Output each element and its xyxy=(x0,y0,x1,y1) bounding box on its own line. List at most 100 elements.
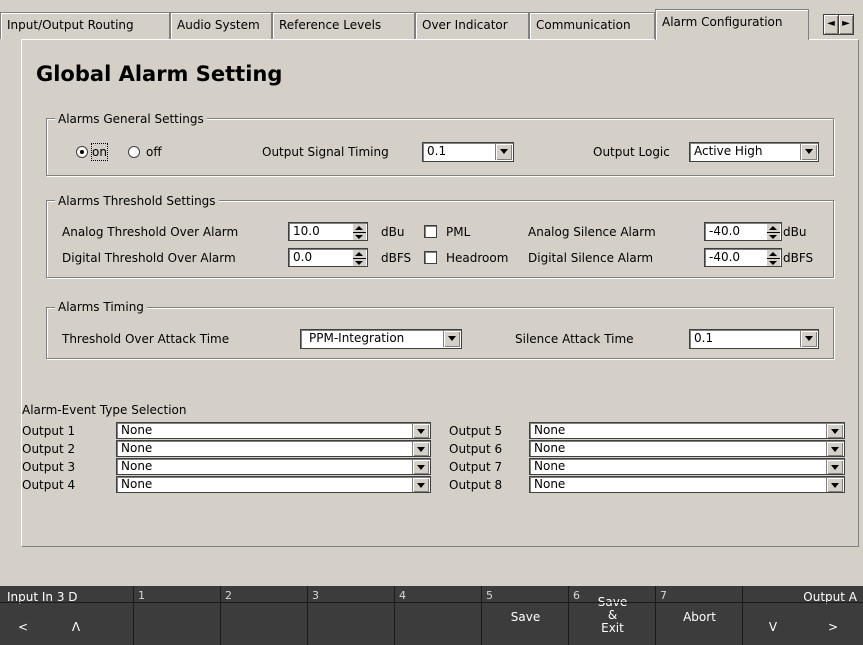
abort-label: Abort xyxy=(683,610,716,624)
analog-silence-unit: dBu xyxy=(783,225,807,239)
attack-time-label: Threshold Over Attack Time xyxy=(62,332,230,346)
analog-over-spinner[interactable]: 10.0 xyxy=(288,222,368,241)
digital-silence-unit: dBFS xyxy=(783,251,814,265)
tab-label: Communication xyxy=(536,18,631,32)
tab-reference-levels[interactable]: Reference Levels xyxy=(272,12,415,39)
digital-silence-value: -40.0 xyxy=(709,250,741,264)
output-2-select[interactable]: None xyxy=(116,440,431,457)
down-arrow-button[interactable]: V xyxy=(743,620,803,634)
tab-input-output-routing[interactable]: Input/Output Routing xyxy=(0,12,170,39)
signal-timing-select[interactable]: 0.1 xyxy=(422,142,514,162)
headroom-label: Headroom xyxy=(446,251,509,265)
tab-communication[interactable]: Communication xyxy=(529,12,655,39)
softkey-3[interactable]: 3 xyxy=(308,586,395,645)
pml-label: PML xyxy=(446,225,471,239)
left-arrow-button[interactable]: < xyxy=(0,620,46,634)
dropdown-arrow-icon[interactable] xyxy=(826,442,843,456)
analog-silence-value: -40.0 xyxy=(709,224,741,238)
radio-off-label: off xyxy=(146,145,162,159)
silence-attack-select[interactable]: 0.1 xyxy=(689,329,819,349)
output-label: Output 8 xyxy=(449,478,503,492)
dropdown-arrow-icon[interactable] xyxy=(443,331,460,347)
output-value: None xyxy=(121,477,153,491)
output-label: Output 7 xyxy=(449,460,503,474)
output-6-select[interactable]: None xyxy=(529,440,845,457)
threshold-settings-legend: Alarms Threshold Settings xyxy=(55,194,219,208)
radio-off[interactable] xyxy=(128,146,140,158)
output-logic-value: Active High xyxy=(694,144,763,158)
output-4-select[interactable]: None xyxy=(116,476,431,493)
scroll-right-icon[interactable]: ► xyxy=(838,14,854,35)
output-value: None xyxy=(534,441,566,455)
scroll-left-icon[interactable]: ◄ xyxy=(823,14,839,35)
tab-label: Input/Output Routing xyxy=(7,18,134,32)
softkey-number: 7 xyxy=(660,589,667,602)
output-3-select[interactable]: None xyxy=(116,458,431,475)
signal-timing-label: Output Signal Timing xyxy=(262,145,389,159)
digital-over-unit: dBFS xyxy=(381,251,412,265)
pml-checkbox[interactable] xyxy=(424,225,437,238)
analog-over-value: 10.0 xyxy=(293,224,320,238)
save-button[interactable]: 5 Save xyxy=(482,586,569,645)
digital-silence-spinner[interactable]: -40.0 xyxy=(704,248,782,267)
dropdown-arrow-icon[interactable] xyxy=(826,478,843,492)
output-label: Output 1 xyxy=(22,424,76,438)
tab-label: Alarm Configuration xyxy=(662,15,783,29)
dropdown-arrow-icon[interactable] xyxy=(412,460,429,474)
digital-over-label: Digital Threshold Over Alarm xyxy=(62,251,236,265)
dropdown-arrow-icon[interactable] xyxy=(800,331,817,347)
dropdown-arrow-icon[interactable] xyxy=(800,144,817,160)
output-5-select[interactable]: None xyxy=(529,422,845,439)
softkey-1[interactable]: 1 xyxy=(134,586,221,645)
spinner-icon[interactable] xyxy=(353,250,366,266)
headroom-checkbox[interactable] xyxy=(424,251,437,264)
tab-over-indicator[interactable]: Over Indicator xyxy=(415,12,529,39)
dropdown-arrow-icon[interactable] xyxy=(826,460,843,474)
output-logic-label: Output Logic xyxy=(593,145,670,159)
spinner-icon[interactable] xyxy=(353,224,366,240)
dropdown-arrow-icon[interactable] xyxy=(826,424,843,438)
dropdown-arrow-icon[interactable] xyxy=(412,478,429,492)
softkey-4[interactable]: 4 xyxy=(395,586,482,645)
signal-timing-value: 0.1 xyxy=(427,144,447,158)
silence-attack-value: 0.1 xyxy=(694,331,714,345)
digital-over-spinner[interactable]: 0.0 xyxy=(288,248,368,267)
right-arrow-button[interactable]: > xyxy=(803,620,863,634)
event-selection-heading: Alarm-Event Type Selection xyxy=(22,403,187,417)
general-settings-legend: Alarms General Settings xyxy=(55,112,207,126)
output-1-select[interactable]: None xyxy=(116,422,431,439)
softkey-number: 3 xyxy=(312,589,319,602)
output-value: None xyxy=(534,423,566,437)
output-logic-select[interactable]: Active High xyxy=(689,142,819,162)
spinner-icon[interactable] xyxy=(767,250,780,266)
output-7-select[interactable]: None xyxy=(529,458,845,475)
analog-silence-label: Analog Silence Alarm xyxy=(528,225,656,239)
softkey-2[interactable]: 2 xyxy=(221,586,308,645)
radio-on[interactable] xyxy=(76,146,88,158)
softkey-input: Input In 3 D < Λ xyxy=(0,586,134,645)
softkey-number: 4 xyxy=(399,589,406,602)
up-arrow-button[interactable]: Λ xyxy=(46,620,106,634)
attack-time-select[interactable]: PPM-Integration xyxy=(300,329,462,349)
dropdown-arrow-icon[interactable] xyxy=(412,442,429,456)
dropdown-arrow-icon[interactable] xyxy=(495,144,512,160)
output-label: Output 3 xyxy=(22,460,76,474)
analog-over-label: Analog Threshold Over Alarm xyxy=(62,225,239,239)
analog-silence-spinner[interactable]: -40.0 xyxy=(704,222,782,241)
spinner-icon[interactable] xyxy=(767,224,780,240)
output-8-select[interactable]: None xyxy=(529,476,845,493)
attack-time-value: PPM-Integration xyxy=(309,331,405,345)
save-exit-button[interactable]: 6 Save & Exit xyxy=(569,586,656,645)
silence-attack-label: Silence Attack Time xyxy=(515,332,634,346)
tab-bar: Input/Output Routing Audio System Refere… xyxy=(0,0,863,40)
output-label: Output 2 xyxy=(22,442,76,456)
output-value: None xyxy=(121,459,153,473)
tab-audio-system[interactable]: Audio System xyxy=(170,12,272,39)
dropdown-arrow-icon[interactable] xyxy=(412,424,429,438)
tab-alarm-configuration[interactable]: Alarm Configuration xyxy=(655,9,809,40)
softkey-divider xyxy=(0,602,863,603)
digital-silence-label: Digital Silence Alarm xyxy=(528,251,654,265)
tab-label: Reference Levels xyxy=(279,18,382,32)
output-value: None xyxy=(121,441,153,455)
abort-button[interactable]: 7 Abort xyxy=(656,586,743,645)
